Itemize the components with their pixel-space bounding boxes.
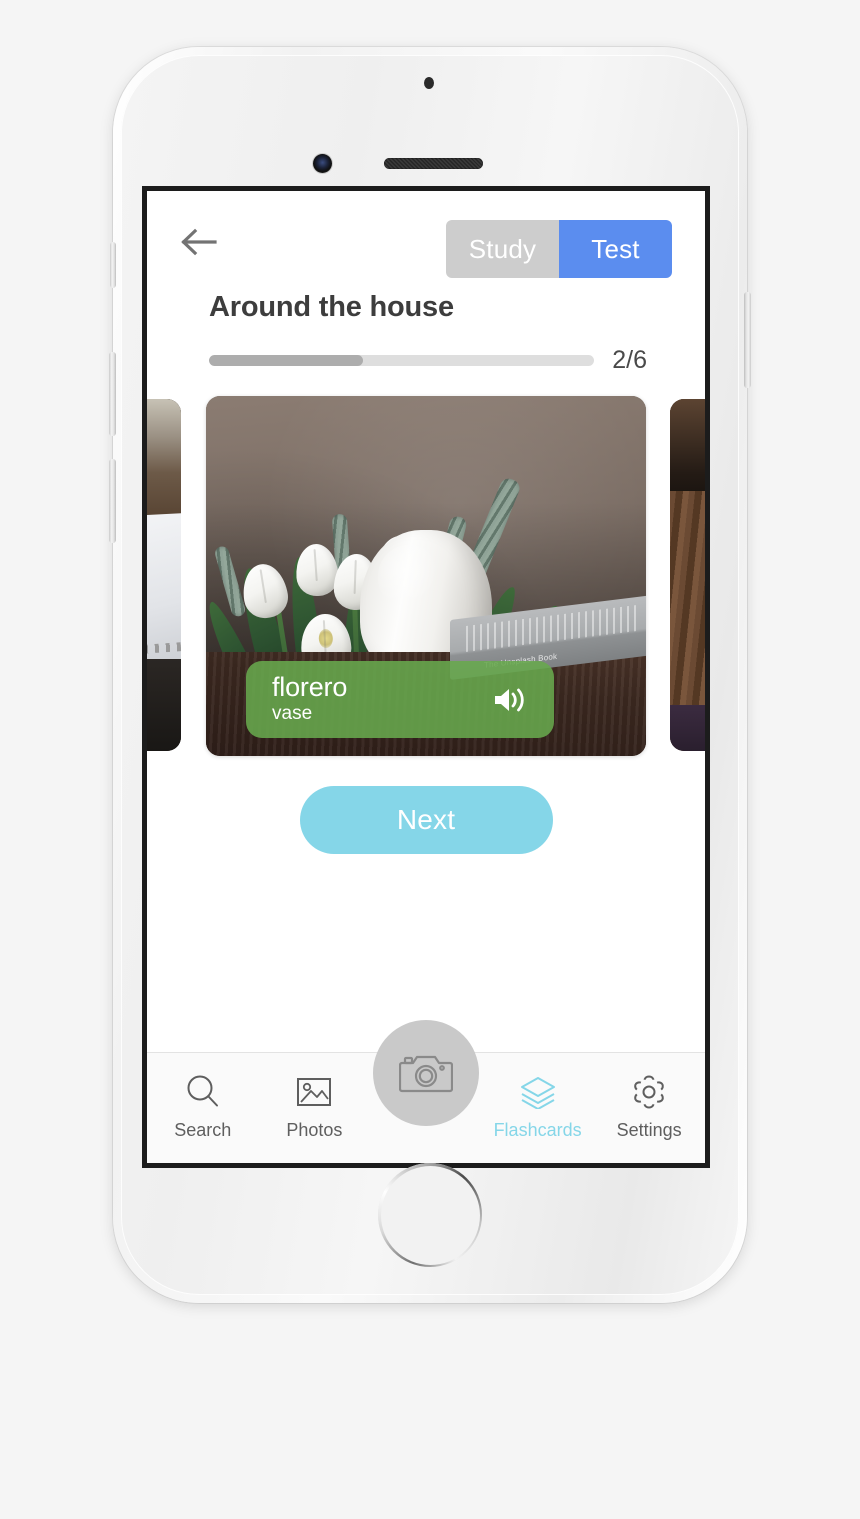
next-button[interactable]: Next [299,786,553,854]
search-icon [184,1071,222,1113]
camera-icon [399,1055,453,1093]
phone-screen: Study Test Around the house 2/6 Book flo… [147,191,705,1163]
volume-down-button[interactable] [109,459,116,543]
flashcard-current[interactable]: The Unsplash Book florero vase [206,396,646,756]
tab-flashcards[interactable]: Flashcards [482,1071,594,1141]
tab-settings-label: Settings [616,1120,682,1140]
proximity-sensor-icon [424,77,434,89]
tab-test-label: Test [591,233,640,264]
front-camera-icon [313,154,332,173]
progress-bar [209,355,595,366]
word-translation: vase [272,703,313,725]
tab-search-label: Search [174,1120,232,1140]
tab-flashcards-label: Flashcards [493,1120,582,1140]
bottom-tab-bar: Search Photos Flashcards Settings [147,1020,705,1163]
camera-button[interactable] [373,1020,479,1126]
gear-icon [630,1071,668,1113]
tab-photos-label: Photos [286,1120,343,1140]
home-button[interactable] [378,1163,482,1267]
power-button[interactable] [744,292,751,388]
word-text-group: florero vase [272,673,488,726]
deck-title: Around the house [209,291,454,323]
earpiece-speaker-icon [384,158,483,169]
home-button-ring [378,1163,482,1267]
tab-test[interactable]: Test [559,220,672,278]
speaker-wave-icon [495,688,524,711]
tab-study[interactable]: Study [446,220,559,278]
next-button-wrap: Next [147,786,705,854]
flashcard-carousel[interactable]: The Unsplash Book florero vase [147,396,705,756]
flashcard-previous-photo [147,399,181,751]
phone-device: Study Test Around the house 2/6 Book flo… [109,47,751,1303]
mute-switch[interactable] [110,242,116,288]
progress-bar-fill [209,355,364,366]
arrow-left-icon [181,228,217,256]
progress-row: 2/6 [209,346,647,375]
pronounce-button[interactable] [488,680,532,720]
word-target-language: florero [272,671,348,702]
word-pill[interactable]: florero vase [246,661,554,738]
mode-segmented-control[interactable]: Study Test [446,220,672,278]
flashcard-previous[interactable] [147,399,181,751]
tab-study-label: Study [468,233,537,264]
tab-settings[interactable]: Settings [593,1071,705,1141]
tab-photos[interactable]: Photos [259,1071,371,1141]
tab-search[interactable]: Search [147,1071,259,1141]
photo-icon [295,1071,333,1113]
volume-up-button[interactable] [109,352,116,436]
progress-count: 2/6 [612,346,647,374]
flashcard-next-photo [670,399,705,751]
layers-icon [518,1071,558,1113]
back-button[interactable] [173,217,223,267]
app-header: Study Test [147,191,705,295]
flashcard-next[interactable] [670,399,705,751]
